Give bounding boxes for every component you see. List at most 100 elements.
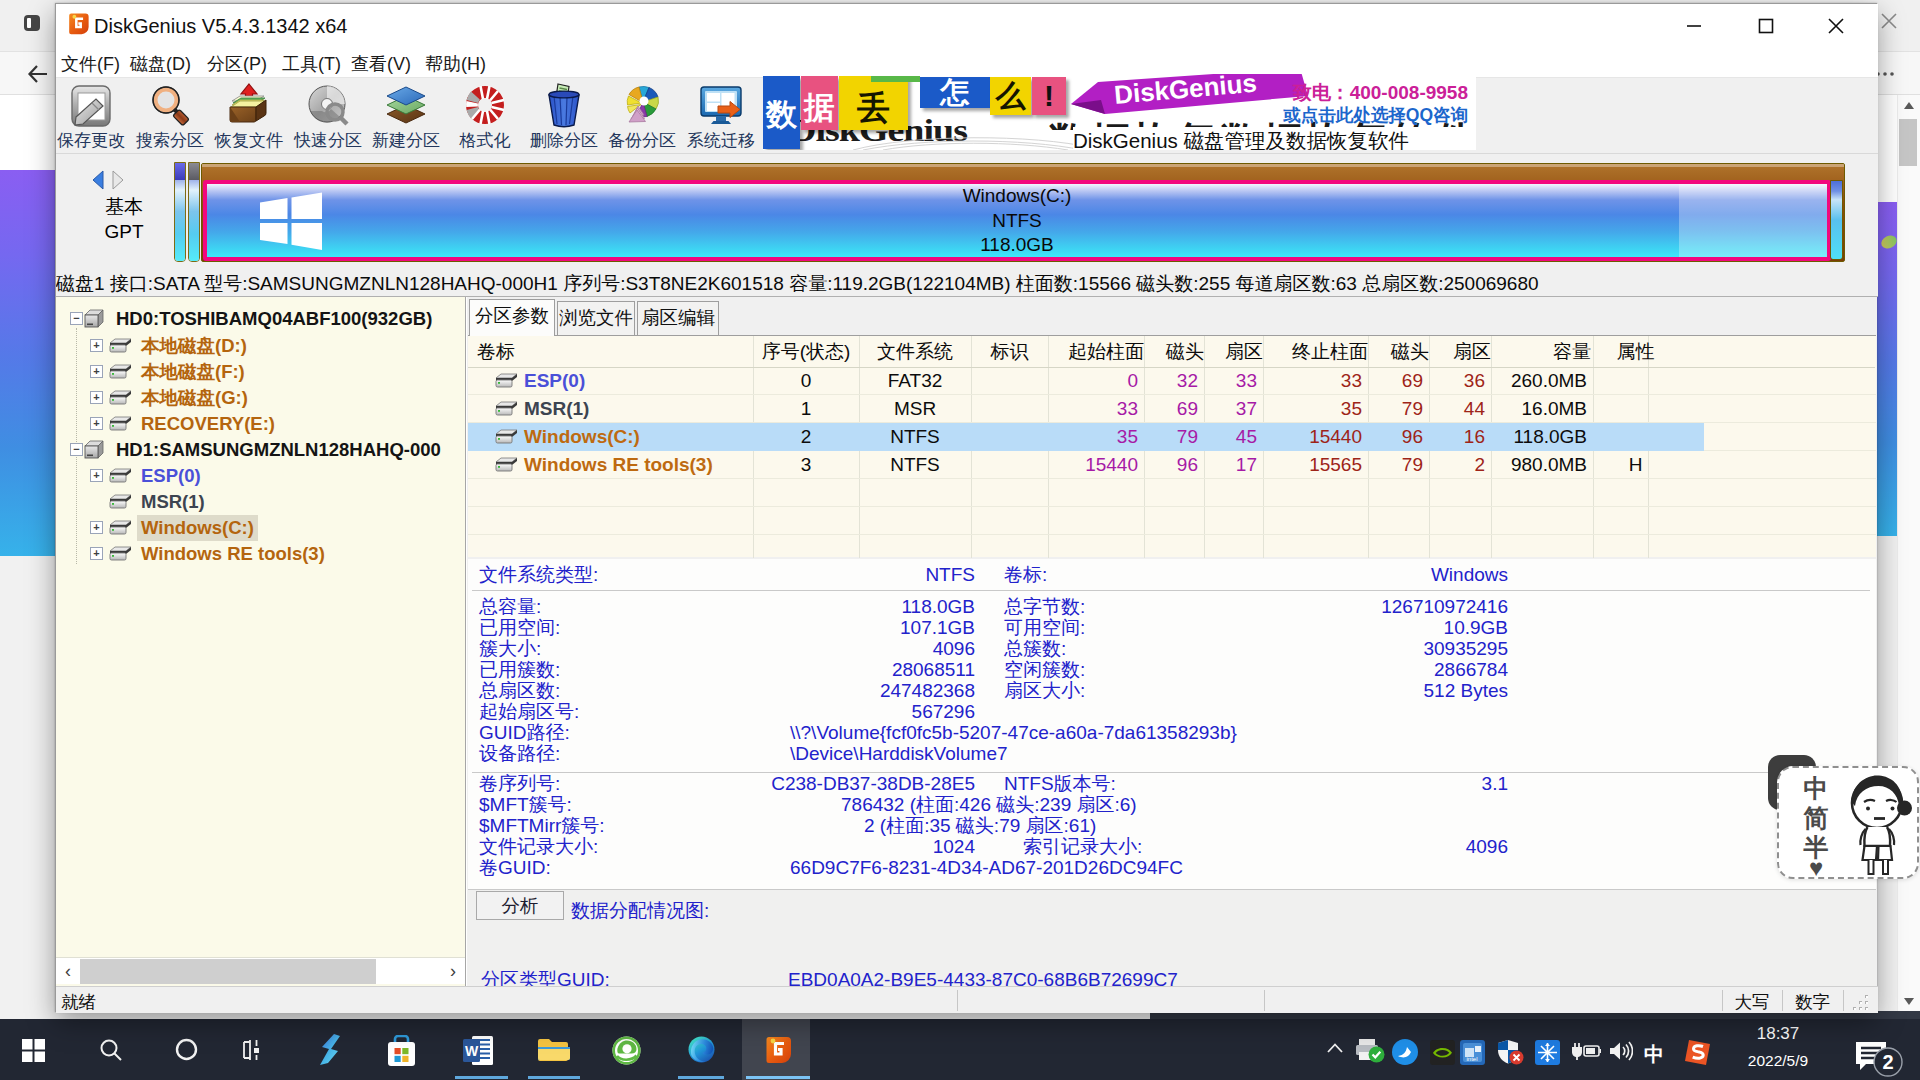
partition-size: 118.0GB [207, 233, 1827, 258]
disk-type-basic: 基本 [89, 194, 159, 219]
tray-defender-icon[interactable] [1497, 1039, 1524, 1065]
col-header-startcyl[interactable]: 起始柱面 [1044, 336, 1144, 367]
menu-view[interactable]: 查看(V) [347, 50, 415, 78]
toolbar-save-button[interactable]: 保存更改 [56, 81, 130, 153]
col-header-endcyl[interactable]: 终止柱面 [1268, 336, 1368, 367]
partition-details: 文件系统类型:NTFS卷标:Windows总容量:118.0GB总字节数:126… [468, 559, 1876, 889]
ad-char-block: 据 [801, 76, 838, 130]
ad-char-block: 么 [990, 77, 1031, 115]
tray-ime-indicator[interactable]: 中 [1644, 1043, 1666, 1065]
background-scrollbar-thumb[interactable] [1899, 119, 1917, 166]
file-explorer-icon[interactable] [537, 1038, 571, 1064]
toolbar-format-button[interactable]: 格式化 [446, 81, 524, 153]
taskbar-search-icon[interactable] [99, 1038, 123, 1062]
taskbar-clock-time[interactable]: 18:37 [1737, 1025, 1819, 1042]
windows-re-partition-bar[interactable] [1830, 180, 1843, 260]
col-header-head1[interactable]: 磁头 [1148, 336, 1204, 367]
word-icon[interactable]: W [463, 1036, 493, 1065]
tray-printer-icon[interactable] [1355, 1039, 1385, 1063]
tray-sogou-icon[interactable] [1684, 1039, 1711, 1066]
col-header-sec2[interactable]: 扇区 [1435, 336, 1491, 367]
partition-icon-graphic [494, 401, 519, 417]
task-view-icon[interactable] [243, 1039, 266, 1061]
toolbar-recover-button[interactable]: 恢复文件 [210, 81, 288, 153]
edge-icon[interactable] [688, 1036, 715, 1063]
tray-messenger-icon[interactable] [1392, 1039, 1418, 1065]
tray-power-icon[interactable] [1570, 1041, 1601, 1061]
toolbar-migrate-button[interactable]: 系统迁移 [682, 81, 760, 153]
tray-snowflake-icon[interactable] [1535, 1040, 1560, 1065]
col-header-seq[interactable]: 序号(状态) [753, 336, 859, 367]
tab-partition-params[interactable]: 分区参数 [469, 299, 555, 336]
expand-icon[interactable]: + [90, 547, 103, 560]
toolbar-delete-button[interactable]: 删除分区 [525, 81, 603, 153]
ms-store-icon[interactable] [385, 1035, 418, 1067]
toolbar-backup-button[interactable]: 备份分区 [603, 81, 681, 153]
browser-back-icon[interactable] [26, 62, 50, 86]
cortana-icon[interactable] [175, 1038, 198, 1061]
maximize-button[interactable] [1751, 12, 1781, 40]
tray-chevron-icon[interactable] [1327, 1043, 1343, 1053]
windows-c-partition-bar[interactable]: Windows(C:) NTFS 118.0GB [203, 180, 1831, 261]
scroll-left-icon[interactable]: ‹ [56, 958, 80, 984]
menu-partition[interactable]: 分区(P) [203, 50, 271, 78]
browser-menu-dots-icon[interactable] [1875, 70, 1895, 78]
toolbar-search-button[interactable]: 搜索分区 [131, 81, 209, 153]
browser-tab-icon [23, 14, 41, 32]
ad-banner[interactable]: DiskGenius 数据恢复数据恢复软件恢复 DiskGenius 磁盘管理及… [763, 74, 1476, 150]
menu-help[interactable]: 帮助(H) [421, 50, 490, 78]
menu-disk[interactable]: 磁盘(D) [126, 50, 195, 78]
menu-file[interactable]: 文件(F) [57, 50, 124, 78]
expand-icon[interactable]: + [90, 469, 103, 482]
close-button[interactable] [1821, 12, 1851, 40]
col-header-attr[interactable]: 属性 [1593, 336, 1678, 367]
analyze-button[interactable]: 分析 [476, 891, 564, 920]
scroll-right-icon[interactable]: › [441, 958, 465, 984]
disk-info-text: 磁盘1 接口:SATA 型号:SAMSUNGMZNLN128HAHQ-000H1… [56, 271, 1539, 297]
cell-capacity: 118.0GB [1487, 423, 1587, 451]
menu-tools[interactable]: 工具(T) [278, 50, 345, 78]
col-header-head2[interactable]: 磁头 [1373, 336, 1429, 367]
lightning-app-icon[interactable] [318, 1034, 342, 1065]
taskbar-clock-date[interactable]: 2022/5/9 [1737, 1053, 1819, 1069]
toolbar-quick-button[interactable]: 快速分区 [289, 81, 367, 153]
col-header-flag[interactable]: 标识 [971, 336, 1048, 367]
col-header-sec1[interactable]: 扇区 [1208, 336, 1263, 367]
msr-partition-bar[interactable] [188, 162, 200, 262]
table-gridline-h [468, 534, 1876, 535]
expand-icon[interactable]: + [90, 417, 103, 430]
tree-scrollbar-thumb[interactable] [80, 959, 376, 984]
minimize-button[interactable] [1679, 12, 1709, 40]
expand-icon[interactable]: + [90, 521, 103, 534]
tray-volume-icon[interactable] [1609, 1040, 1633, 1062]
notification-center-icon[interactable]: 2 [1855, 1041, 1903, 1077]
toolbar-new-button[interactable]: 新建分区 [367, 81, 445, 153]
scroll-down-icon[interactable] [1903, 996, 1915, 1006]
background-close-icon[interactable] [1881, 13, 1897, 29]
col-header-capacity[interactable]: 容量 [1491, 336, 1591, 367]
expand-icon[interactable]: + [90, 365, 103, 378]
start-button-icon[interactable] [22, 1039, 45, 1062]
scroll-up-icon[interactable] [1903, 101, 1915, 111]
disk-nav-arrows[interactable] [89, 169, 151, 191]
esp-partition-bar[interactable] [174, 162, 186, 262]
tray-nvidia-icon[interactable] [1430, 1040, 1455, 1065]
ad-qq-link[interactable]: 或点击此处选择QQ咨询 [1283, 103, 1468, 127]
col-header-volume[interactable]: 卷标 [477, 336, 515, 367]
tree-horizontal-scrollbar[interactable]: ‹ › [56, 957, 465, 984]
diskgenius-window-body: DiskGenius V5.4.3.1342 x64 文件(F) 磁盘(D) 分… [56, 4, 1878, 1013]
tray-intel-graphics-icon[interactable]: intel [1460, 1040, 1485, 1065]
tab-browse-files[interactable]: 浏览文件 [557, 301, 635, 335]
partition-icon [494, 429, 519, 445]
browser-360-icon[interactable] [612, 1036, 641, 1065]
tab-sector-edit[interactable]: 扇区编辑 [637, 301, 719, 335]
cell-capacity: 16.0MB [1487, 395, 1587, 423]
expand-icon[interactable]: + [90, 391, 103, 404]
details-separator [472, 772, 1870, 773]
expand-icon[interactable]: + [90, 339, 103, 352]
resize-grip-icon[interactable] [1853, 995, 1869, 1011]
diskgenius-taskbar-icon[interactable] [765, 1035, 794, 1064]
detail-label: 卷GUID: [479, 855, 551, 881]
col-header-fs[interactable]: 文件系统 [859, 336, 971, 367]
sticker-girl-drawing [1841, 770, 1915, 878]
